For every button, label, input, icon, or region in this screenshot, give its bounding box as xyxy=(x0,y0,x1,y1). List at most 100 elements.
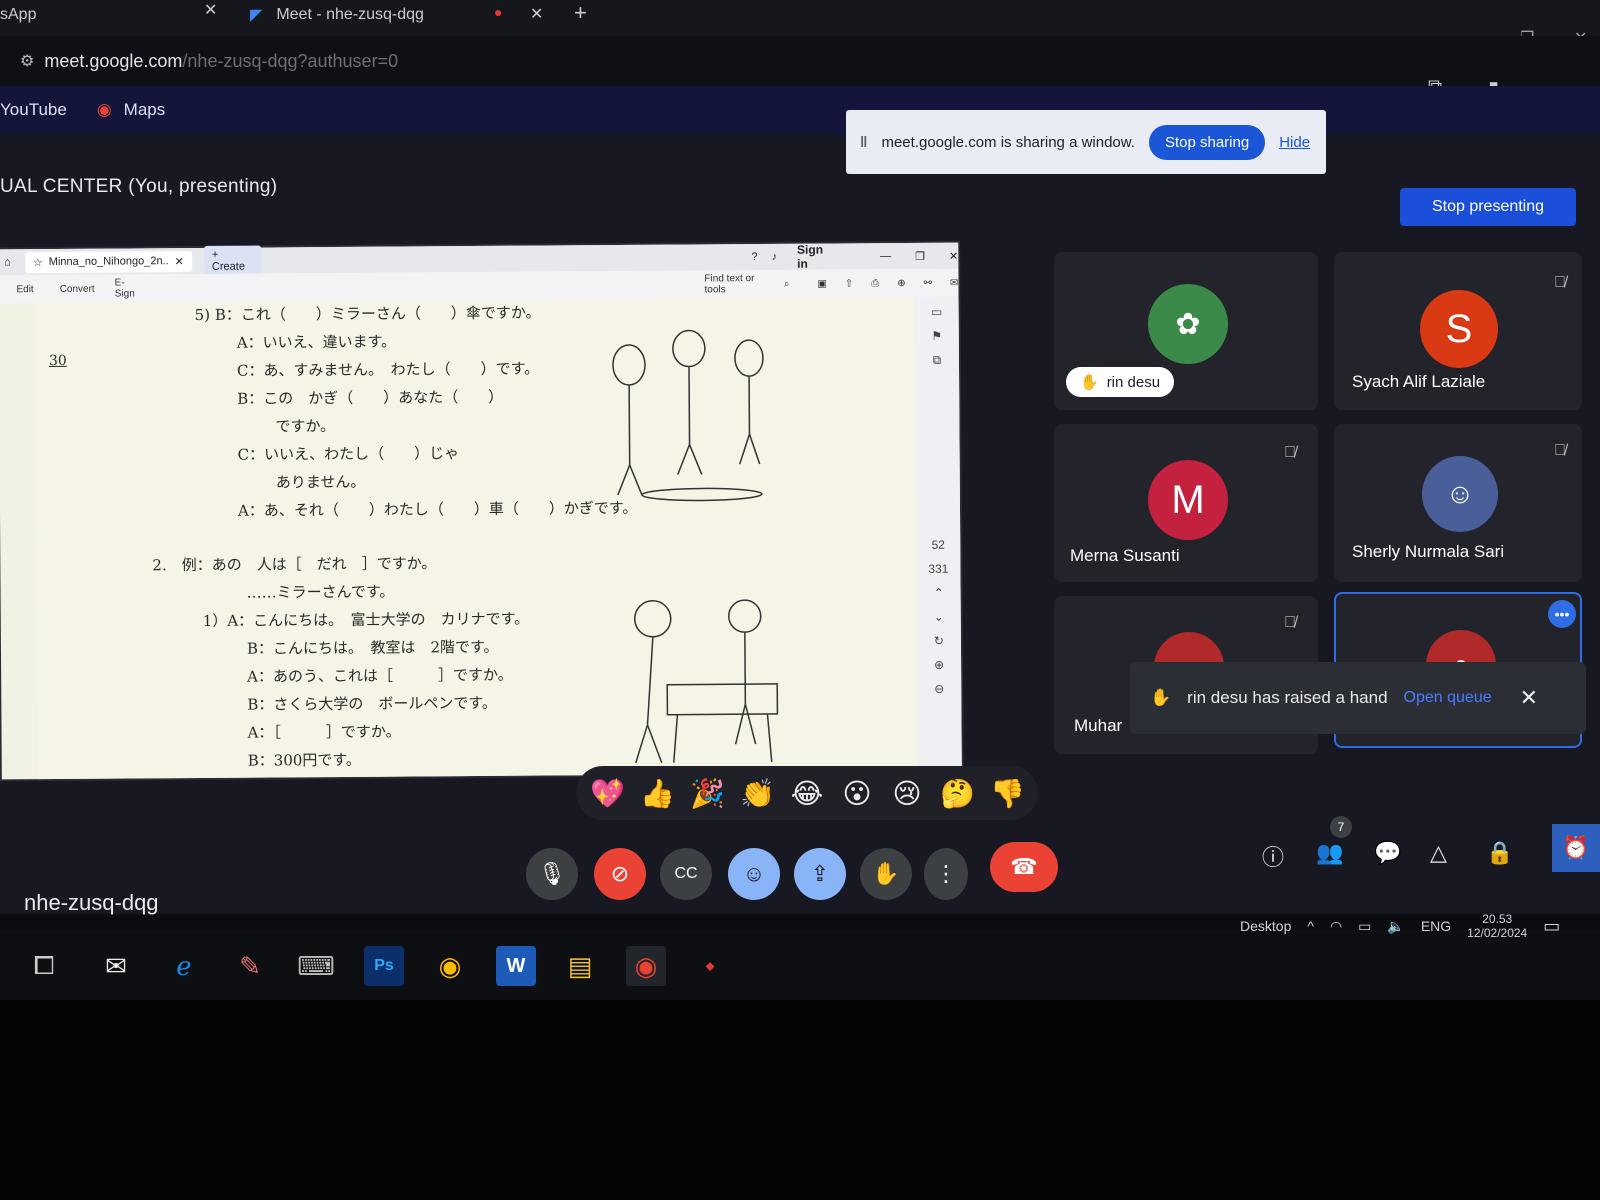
bell-icon[interactable]: ♪ xyxy=(772,251,778,263)
stop-sharing-button[interactable]: Stop sharing xyxy=(1148,124,1266,160)
reaction-thumbs-down[interactable]: 👎 xyxy=(990,777,1025,810)
presenting-title: UAL CENTER (You, presenting) xyxy=(0,176,278,197)
reaction-thumbs-up[interactable]: 👍 xyxy=(640,777,675,810)
share-link-icon[interactable]: ⊕ xyxy=(897,278,905,289)
page-up-icon[interactable]: ⌃ xyxy=(934,586,944,600)
stop-presenting-button[interactable]: Stop presenting xyxy=(1400,188,1576,226)
captions-button[interactable]: CC xyxy=(660,848,712,900)
volume-icon[interactable]: 🔈 xyxy=(1387,918,1404,935)
print-icon[interactable]: ⎙ xyxy=(871,278,879,289)
more-options-button[interactable]: ⋮ xyxy=(924,848,968,900)
tab-previous[interactable]: sApp xyxy=(0,0,36,30)
site-settings-icon[interactable]: ⚙ xyxy=(20,51,34,71)
file-explorer-icon[interactable]: ▤ xyxy=(560,946,600,986)
word-icon[interactable]: W xyxy=(496,946,536,986)
wifi-icon[interactable]: ◠ xyxy=(1330,918,1342,935)
open-queue-button[interactable]: Open queue xyxy=(1404,689,1492,707)
raised-hand-badge: ✋ rin desu xyxy=(1066,367,1175,397)
new-tab-icon[interactable]: + xyxy=(574,0,587,26)
participant-tile-merna[interactable]: M Merna Susanti 🎙̸ xyxy=(1054,424,1318,582)
sign-in-button[interactable]: Sign in xyxy=(797,243,836,271)
camera-off-button[interactable]: ⊘ xyxy=(594,848,646,900)
present-button[interactable]: ⇪ xyxy=(794,848,846,900)
battery-icon[interactable]: ▭ xyxy=(1358,918,1371,935)
mail-icon[interactable]: ✉ xyxy=(950,277,958,288)
home-icon[interactable]: ⌂ xyxy=(4,256,11,268)
tab-previous-close-icon[interactable]: ✕ xyxy=(204,0,217,20)
chrome-profile-icon[interactable]: ◉ xyxy=(626,946,666,986)
pdf-close-icon[interactable]: ✕ xyxy=(949,249,958,262)
pdf-restore-icon[interactable]: ❐ xyxy=(915,249,925,262)
page-down-icon[interactable]: ⌄ xyxy=(934,610,944,624)
meeting-info-icon[interactable]: ⓘ xyxy=(1262,840,1284,872)
notifications-icon[interactable]: ▭ xyxy=(1543,916,1560,937)
language-indicator[interactable]: ENG xyxy=(1421,918,1451,934)
menu-esign[interactable]: E-Sign xyxy=(115,277,145,299)
reaction-heart[interactable]: 💖 xyxy=(590,777,625,810)
pdf-search-icon[interactable]: ⌕ xyxy=(784,278,790,289)
reaction-clap[interactable]: 👏 xyxy=(740,777,775,810)
pdf-right-rail: ▭ ⚑ ⧉ 52 331 ⌃ ⌄ ↻ ⊕ ⊖ xyxy=(914,296,962,773)
url-field[interactable]: ⚙ meet.google.com/nhe-zusq-dqg?authuser=… xyxy=(20,44,398,78)
chat-icon[interactable]: 💬 xyxy=(1374,840,1401,866)
reaction-laugh[interactable]: 😂 xyxy=(790,777,824,810)
raised-hand-toast: ✋ rin desu has raised a hand Open queue … xyxy=(1130,662,1586,734)
toast-close-icon[interactable]: ✕ xyxy=(1520,685,1538,711)
save-icon[interactable]: ▣ xyxy=(817,278,827,289)
clock[interactable]: 20.53 12/02/2024 xyxy=(1467,912,1527,940)
create-button[interactable]: + Create xyxy=(203,245,262,276)
star-icon[interactable]: ☆ xyxy=(33,256,43,269)
find-tools-field[interactable]: Find text or tools xyxy=(704,273,777,295)
drag-handle-icon[interactable]: ‖ xyxy=(860,134,867,151)
pages-icon[interactable]: ⧉ xyxy=(933,353,942,368)
menu-edit[interactable]: Edit xyxy=(16,284,33,295)
upload-icon[interactable]: ⇧ xyxy=(845,278,853,289)
pdf-tab[interactable]: ☆ Minna_no_Nihongo_2n.. ✕ xyxy=(24,250,192,273)
link-icon[interactable]: ⚯ xyxy=(924,277,932,288)
more-options-icon[interactable]: ••• xyxy=(1548,600,1576,628)
scanner-app-icon[interactable]: ⌨ xyxy=(296,946,336,986)
url-path: /nhe-zusq-dqg?authuser=0 xyxy=(182,50,399,71)
reaction-party[interactable]: 🎉 xyxy=(690,777,725,810)
raise-hand-button[interactable]: ✋ xyxy=(860,848,912,900)
paint-app-icon[interactable]: ✎ xyxy=(230,946,270,986)
bookmark-icon[interactable]: ⚑ xyxy=(931,329,942,343)
menu-convert[interactable]: Convert xyxy=(60,283,95,294)
show-hidden-icons-icon[interactable]: ^ xyxy=(1307,918,1314,934)
zoom-out-icon[interactable]: ⊖ xyxy=(934,682,944,696)
people-icon[interactable]: 👥 xyxy=(1316,840,1343,866)
zoom-in-icon[interactable]: ⊕ xyxy=(934,658,944,672)
chrome-icon[interactable]: ◉ xyxy=(430,946,470,986)
tab-meet-close-icon[interactable]: ✕ xyxy=(530,4,543,24)
hand-icon: ✋ xyxy=(872,861,900,886)
acrobat-icon[interactable]: ⬩ xyxy=(690,946,730,986)
reaction-sad[interactable]: 😢 xyxy=(890,777,924,810)
pdf-minimize-icon[interactable]: — xyxy=(880,250,891,262)
host-controls-icon[interactable]: 🔒 xyxy=(1486,840,1513,866)
microphone-button[interactable]: 🎙 xyxy=(526,848,578,900)
reaction-thinking[interactable]: 🤔 xyxy=(940,777,975,810)
help-icon[interactable]: ? xyxy=(751,251,757,263)
mail-app-icon[interactable]: ✉ xyxy=(96,946,136,986)
pdf-page[interactable]: 30 5) B：これ（ ）ミラーさん（ ）傘ですか。 A：いいえ、違います。 C… xyxy=(34,296,918,780)
desktop-toolbar[interactable]: Desktop xyxy=(1240,918,1291,934)
reaction-surprised[interactable]: 😮 xyxy=(840,777,874,810)
bookmark-youtube[interactable]: YouTube xyxy=(0,100,67,120)
pdf-tab-close-icon[interactable]: ✕ xyxy=(175,255,184,268)
tab-meet[interactable]: ◤ Meet - nhe-zusq-dqg xyxy=(250,0,424,30)
reactions-button[interactable]: ☺ xyxy=(728,848,780,900)
leave-call-button[interactable]: ☎ xyxy=(990,842,1058,892)
bookmark-maps[interactable]: ◉ Maps xyxy=(97,100,165,120)
present-icon: ⇪ xyxy=(810,861,830,886)
timer-button[interactable]: ⏰ xyxy=(1552,824,1600,872)
participant-tile-sherly[interactable]: ☺ Sherly Nurmala Sari 🎙̸ xyxy=(1334,424,1582,582)
avatar: M xyxy=(1148,460,1228,540)
photoshop-icon[interactable]: Ps xyxy=(364,946,404,986)
rotate-icon[interactable]: ↻ xyxy=(934,634,944,648)
hide-banner-link[interactable]: Hide xyxy=(1279,134,1310,151)
participant-tile-syach[interactable]: S Syach Alif Laziale 🎙̸ xyxy=(1334,252,1582,410)
edge-icon[interactable]: ℯ xyxy=(164,946,204,986)
comment-icon[interactable]: ▭ xyxy=(931,305,942,319)
activities-icon[interactable]: △ xyxy=(1430,840,1447,866)
task-view-icon[interactable]: ⧠ xyxy=(24,946,64,986)
